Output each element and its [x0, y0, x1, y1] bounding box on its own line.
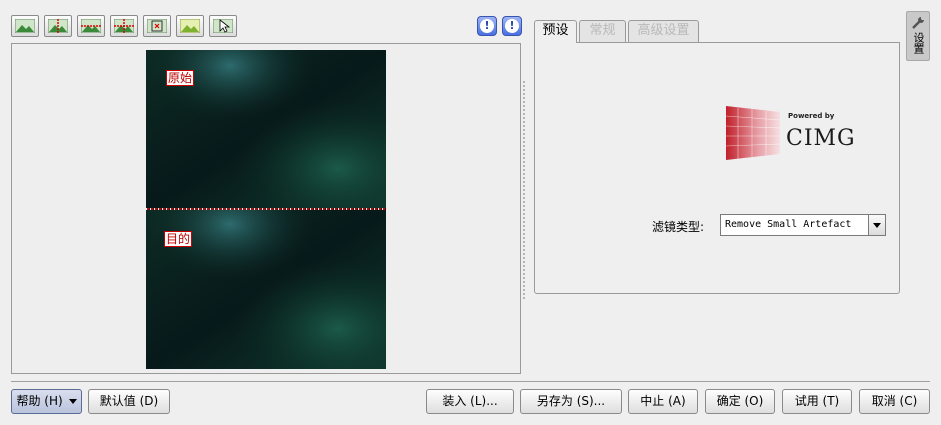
brand-text: CIMG: [786, 126, 856, 151]
settings-panel: [534, 42, 900, 294]
divider: [11, 381, 930, 382]
original-label: 原始: [166, 70, 195, 86]
chevron-down-icon[interactable]: [868, 215, 885, 235]
split-vertical-button[interactable]: [44, 15, 72, 37]
target-preview-button[interactable]: [176, 15, 204, 37]
cimg-logo: Powered by CIMG: [724, 104, 874, 162]
filter-type-value: Remove Small Artefact: [725, 219, 852, 230]
ok-button[interactable]: 确定 (O): [705, 389, 775, 414]
cursor-icon: [213, 19, 233, 33]
image-icon: [180, 19, 200, 33]
split-horizontal-icon: [81, 19, 101, 33]
try-button[interactable]: 试用 (T): [782, 389, 852, 414]
wrench-icon: [912, 17, 924, 29]
target-label: 目的: [164, 231, 193, 247]
filter-type-label: 滤镜类型:: [652, 220, 705, 234]
chevron-down-icon: [68, 399, 77, 404]
abort-button[interactable]: 中止 (A): [628, 389, 698, 414]
filter-type-select[interactable]: Remove Small Artefact: [720, 214, 886, 236]
original-preview-button[interactable]: [11, 15, 39, 37]
underexposure-indicator-icon[interactable]: !: [477, 16, 497, 36]
defaults-button[interactable]: 默认值 (D): [88, 389, 170, 414]
overexposure-indicator-icon[interactable]: !: [502, 16, 522, 36]
split-horizontal-button[interactable]: [77, 15, 105, 37]
help-button[interactable]: 帮助 (H): [11, 389, 82, 414]
side-tab-label: 设置: [912, 32, 925, 54]
preview-canvas: [146, 50, 386, 369]
tab-general[interactable]: 常规: [579, 20, 626, 42]
pane-splitter[interactable]: [522, 80, 526, 300]
tab-advanced[interactable]: 高级设置: [628, 20, 699, 42]
split-both-icon: [114, 19, 134, 33]
compare-icon: [147, 19, 167, 33]
split-both-button[interactable]: [110, 15, 138, 37]
select-point-button[interactable]: [209, 15, 237, 37]
split-vertical-icon: [48, 19, 68, 33]
image-icon: [15, 19, 35, 33]
save-as-button[interactable]: 另存为 (S)...: [520, 389, 622, 414]
compare-button[interactable]: [143, 15, 171, 37]
tab-presets[interactable]: 预设: [534, 20, 577, 43]
load-button[interactable]: 装入 (L)...: [426, 389, 514, 414]
preview-image[interactable]: 原始 目的: [146, 50, 386, 369]
help-label: 帮助 (H): [16, 394, 63, 408]
cancel-button[interactable]: 取消 (C): [859, 389, 930, 414]
logo-graphic: [725, 106, 781, 160]
powered-by-text: Powered by: [788, 112, 835, 120]
side-tab-settings[interactable]: 设置: [906, 11, 930, 61]
